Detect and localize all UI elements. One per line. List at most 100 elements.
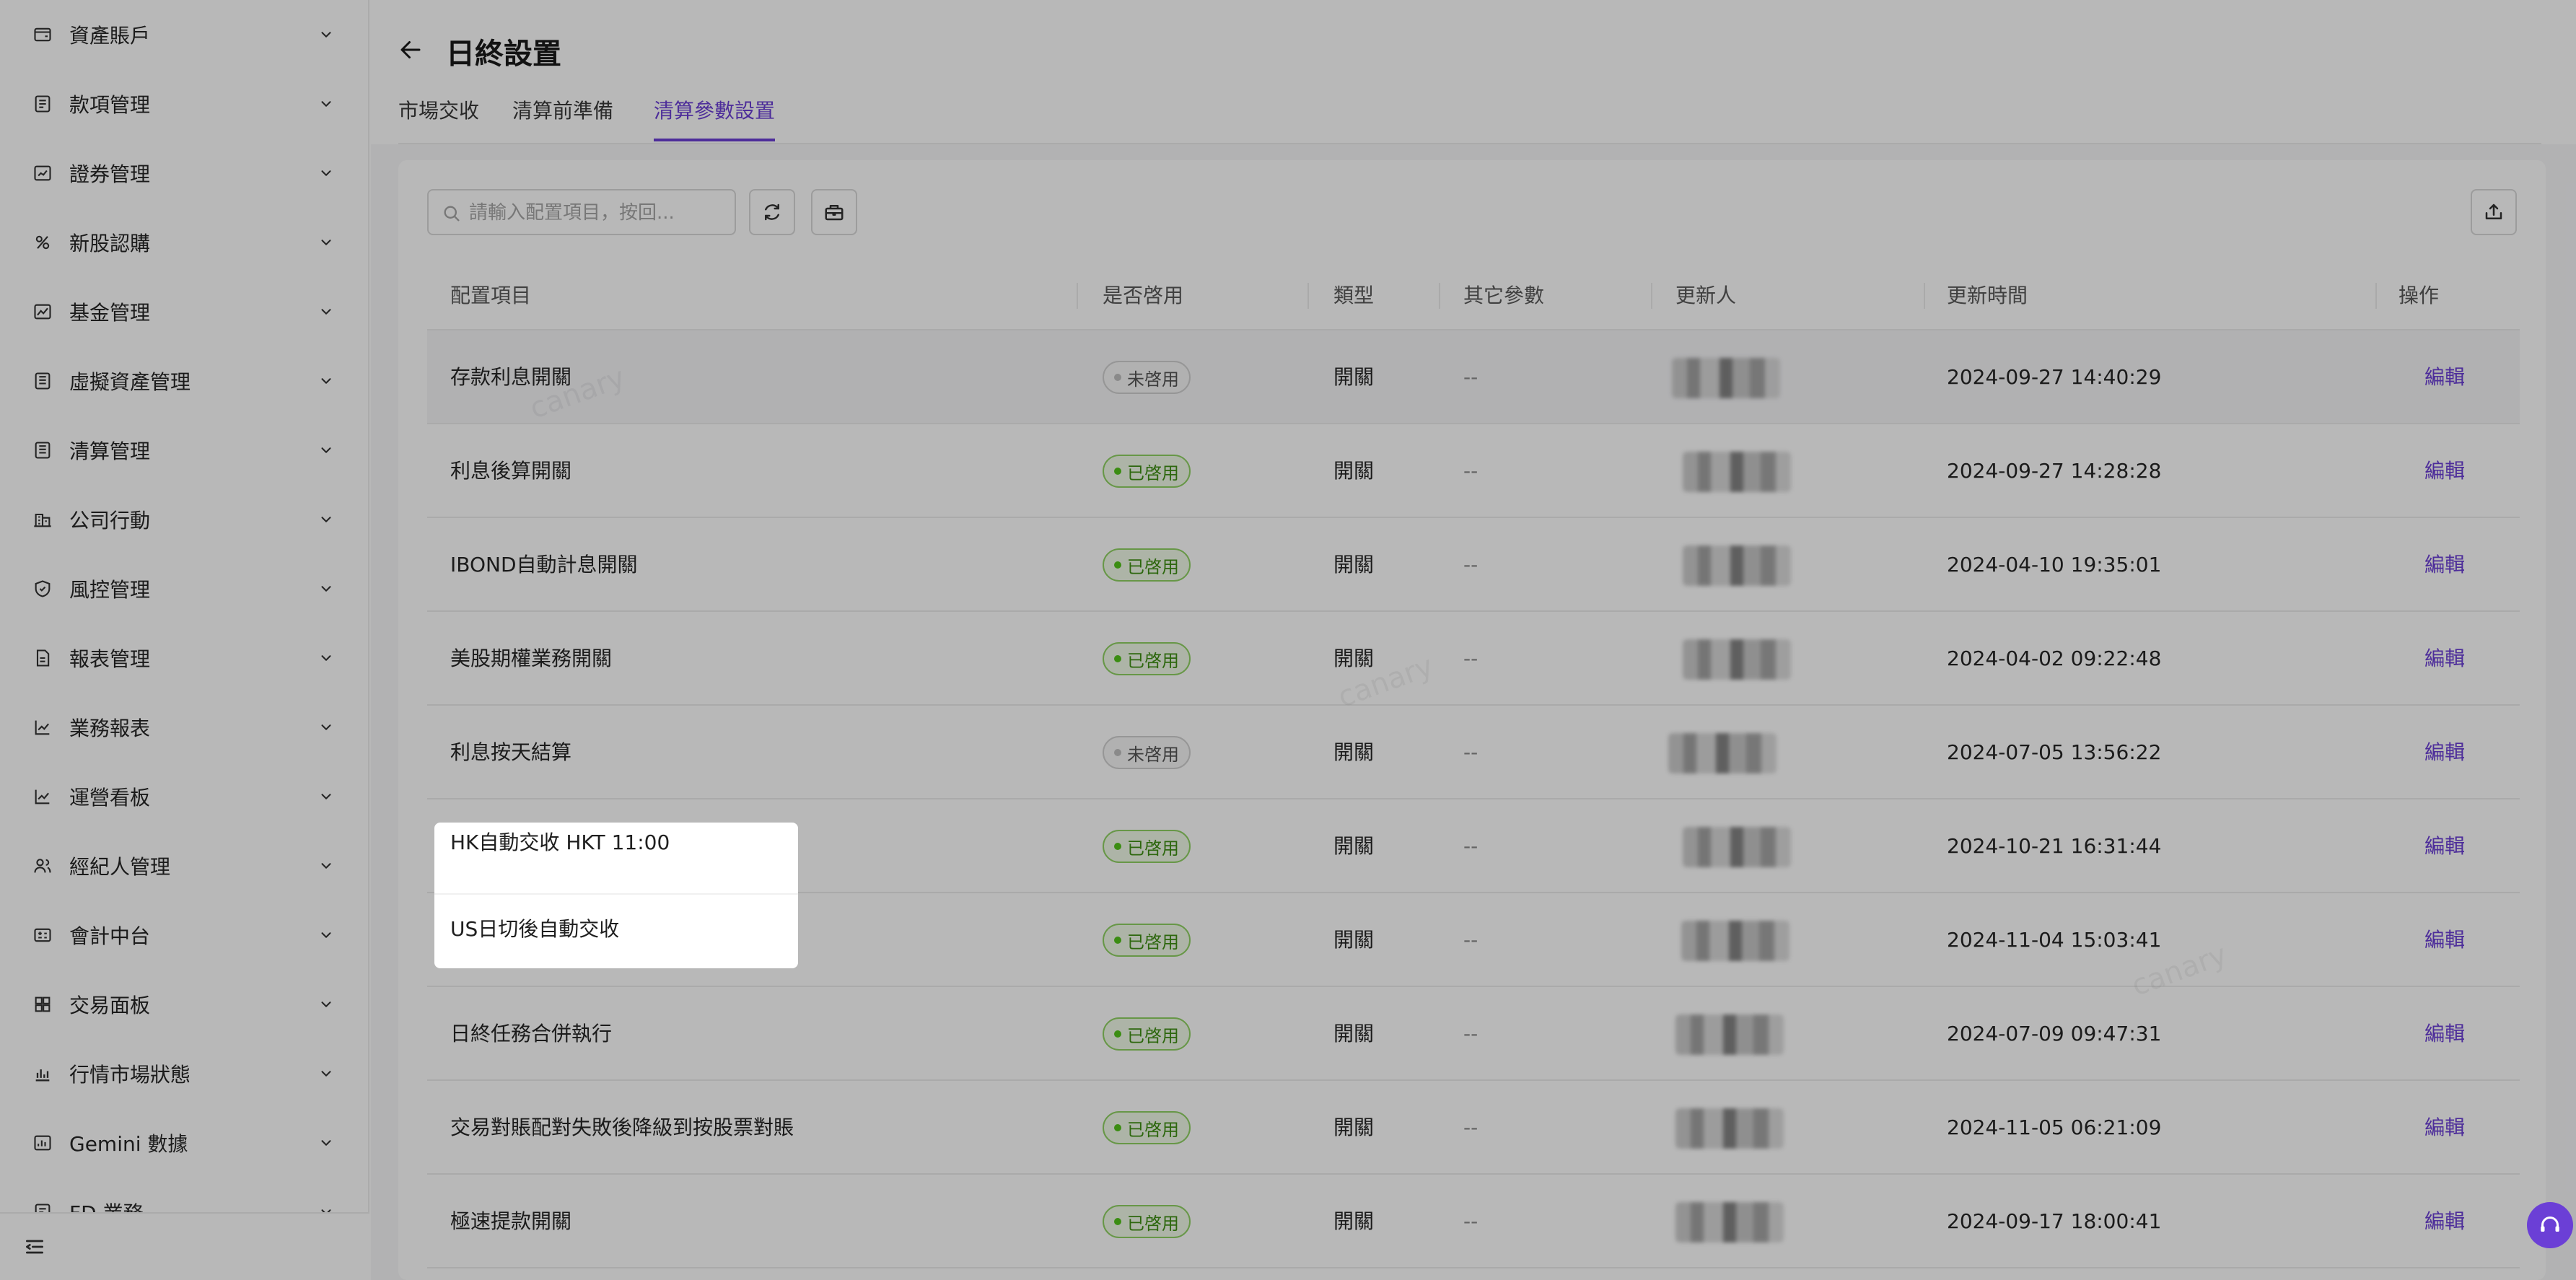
fund-icon (32, 301, 53, 323)
status-badge: 未啓用 (1103, 361, 1191, 394)
table-row: 極速提款開關 已啓用 開關 -- 2024-09-17 18:00:41 編輯 (427, 1175, 2520, 1268)
column-header-item: 配置項目 (450, 284, 532, 307)
updater-redacted (1681, 921, 1789, 961)
edit-link[interactable]: 編輯 (2424, 424, 2465, 518)
popup-item-hk-auto-settle[interactable]: HK自動交收 HKT 11:00 (434, 823, 798, 895)
report-icon (32, 647, 53, 669)
refresh-button[interactable] (749, 189, 795, 235)
type-cell: 開關 (1333, 459, 1375, 483)
sidebar-item-label: 行情市場狀態 (69, 1063, 191, 1087)
sidebar-item-13[interactable]: 會計中台 (0, 900, 369, 970)
chevron-down-icon (316, 25, 336, 45)
column-header-params: 其它參數 (1463, 284, 1545, 307)
status-dot (1114, 1124, 1121, 1131)
ledger-icon (32, 370, 53, 392)
type-cell: 開關 (1333, 740, 1375, 764)
sidebar-item-label: 款項管理 (69, 93, 151, 117)
table-row: IBOND自動計息開關 已啓用 開關 -- 2024-04-10 19:35:01 編輯 (427, 518, 2520, 612)
sidebar-item-5[interactable]: 虛擬資產管理 (0, 346, 369, 416)
chevron-down-icon (316, 509, 336, 530)
user-group-icon (32, 855, 53, 877)
config-item-cell: 美股期權業務開關 (450, 646, 613, 670)
edit-link[interactable]: 編輯 (2424, 1081, 2465, 1175)
sidebar-item-label: 虛擬資產管理 (69, 370, 191, 394)
line-chart-icon (32, 786, 53, 807)
main-content: 日終設置 市場交收 清算前準備 清算參數設置 請輸入配置項目，按回... 配置項… (371, 0, 2576, 1280)
sidebar-item-label: 報表管理 (69, 647, 151, 671)
column-header-type: 類型 (1333, 284, 1375, 307)
params-cell: -- (1463, 740, 1478, 764)
edit-link[interactable]: 編輯 (2424, 330, 2465, 424)
edit-link[interactable]: 編輯 (2424, 1175, 2465, 1268)
edit-link[interactable]: 編輯 (2424, 893, 2465, 987)
status-badge: 已啓用 (1103, 1205, 1191, 1238)
sidebar-item-16[interactable]: Gemini 數據 (0, 1108, 369, 1178)
sidebar-item-12[interactable]: 經紀人管理 (0, 831, 369, 900)
status-dot (1114, 468, 1121, 475)
search-input[interactable] (469, 199, 729, 227)
status-text: 未啓用 (1127, 744, 1179, 765)
receipt-icon (32, 93, 53, 115)
popup-item-us-auto-settle[interactable]: US日切後自動交收 (434, 895, 798, 967)
update-time-cell: 2024-04-02 09:22:48 (1947, 646, 2162, 670)
status-badge: 已啓用 (1103, 548, 1191, 582)
params-cell: -- (1463, 1115, 1478, 1139)
edit-link[interactable]: 編輯 (2424, 518, 2465, 612)
edit-link[interactable]: 編輯 (2424, 612, 2465, 706)
type-cell: 開關 (1333, 365, 1375, 389)
chevron-down-icon (316, 1133, 336, 1153)
tab-market-settlement[interactable]: 市場交收 (398, 95, 479, 124)
sidebar-item-0[interactable]: 資產賬戶 (0, 0, 369, 69)
update-time-cell: 2024-11-04 15:03:41 (1947, 928, 2162, 952)
export-button[interactable] (2471, 189, 2517, 235)
help-button[interactable] (2527, 1202, 2573, 1248)
chevron-down-icon (316, 302, 336, 322)
status-dot (1114, 374, 1121, 381)
params-cell: -- (1463, 1022, 1478, 1046)
tab-pre-clearing[interactable]: 清算前準備 (512, 95, 613, 124)
toolbox-button[interactable] (811, 189, 857, 235)
status-badge: 已啓用 (1103, 642, 1191, 675)
ledger-icon (32, 439, 53, 461)
chevron-down-icon (316, 717, 336, 737)
sidebar-item-2[interactable]: 證券管理 (0, 139, 369, 208)
update-time-cell: 2024-09-27 14:28:28 (1947, 459, 2162, 483)
refresh-icon (765, 203, 779, 221)
edit-link[interactable]: 編輯 (2424, 799, 2465, 893)
column-header-action: 操作 (2398, 284, 2440, 307)
status-text: 已啓用 (1127, 1213, 1179, 1234)
update-time-cell: 2024-07-09 09:47:31 (1947, 1022, 2162, 1046)
type-cell: 開關 (1333, 646, 1375, 670)
sidebar-item-10[interactable]: 業務報表 (0, 693, 369, 762)
sidebar-item-7[interactable]: 公司行動 (0, 485, 369, 554)
accounting-icon (32, 924, 53, 946)
updater-redacted (1675, 1014, 1784, 1055)
column-header-updater: 更新人 (1675, 284, 1737, 307)
config-item-cell: 存款利息開關 (450, 365, 572, 389)
sidebar-item-label: 交易面板 (69, 994, 151, 1017)
sidebar-item-9[interactable]: 報表管理 (0, 623, 369, 693)
params-cell: -- (1463, 459, 1478, 483)
sidebar-item-3[interactable]: 新股認購 (0, 208, 369, 277)
back-button[interactable] (395, 35, 426, 65)
edit-link[interactable]: 編輯 (2424, 706, 2465, 799)
tab-clearing-params[interactable]: 清算參數設置 (654, 95, 775, 124)
type-cell: 開關 (1333, 1022, 1375, 1046)
sidebar-item-4[interactable]: 基金管理 (0, 277, 369, 346)
table-row: 美股期權業務開關 已啓用 開關 -- 2024-04-02 09:22:48 編輯 (427, 612, 2520, 706)
updater-redacted (1683, 827, 1791, 867)
collapse-sidebar-button[interactable] (22, 1234, 48, 1260)
sidebar-item-14[interactable]: 交易面板 (0, 970, 369, 1039)
bar-chart-icon (32, 1063, 53, 1084)
edit-link[interactable]: 編輯 (2424, 987, 2465, 1081)
column-header-enabled: 是否啓用 (1103, 284, 1184, 307)
sidebar-item-1[interactable]: 款項管理 (0, 69, 369, 139)
sidebar-item-11[interactable]: 運營看板 (0, 762, 369, 831)
sidebar-footer (0, 1212, 369, 1280)
sidebar-item-8[interactable]: 風控管理 (0, 554, 369, 623)
chevron-down-icon (316, 371, 336, 391)
sidebar-item-15[interactable]: 行情市場狀態 (0, 1039, 369, 1108)
chart-box-icon (32, 162, 53, 184)
ipo-icon (32, 232, 53, 253)
sidebar-item-6[interactable]: 清算管理 (0, 416, 369, 485)
